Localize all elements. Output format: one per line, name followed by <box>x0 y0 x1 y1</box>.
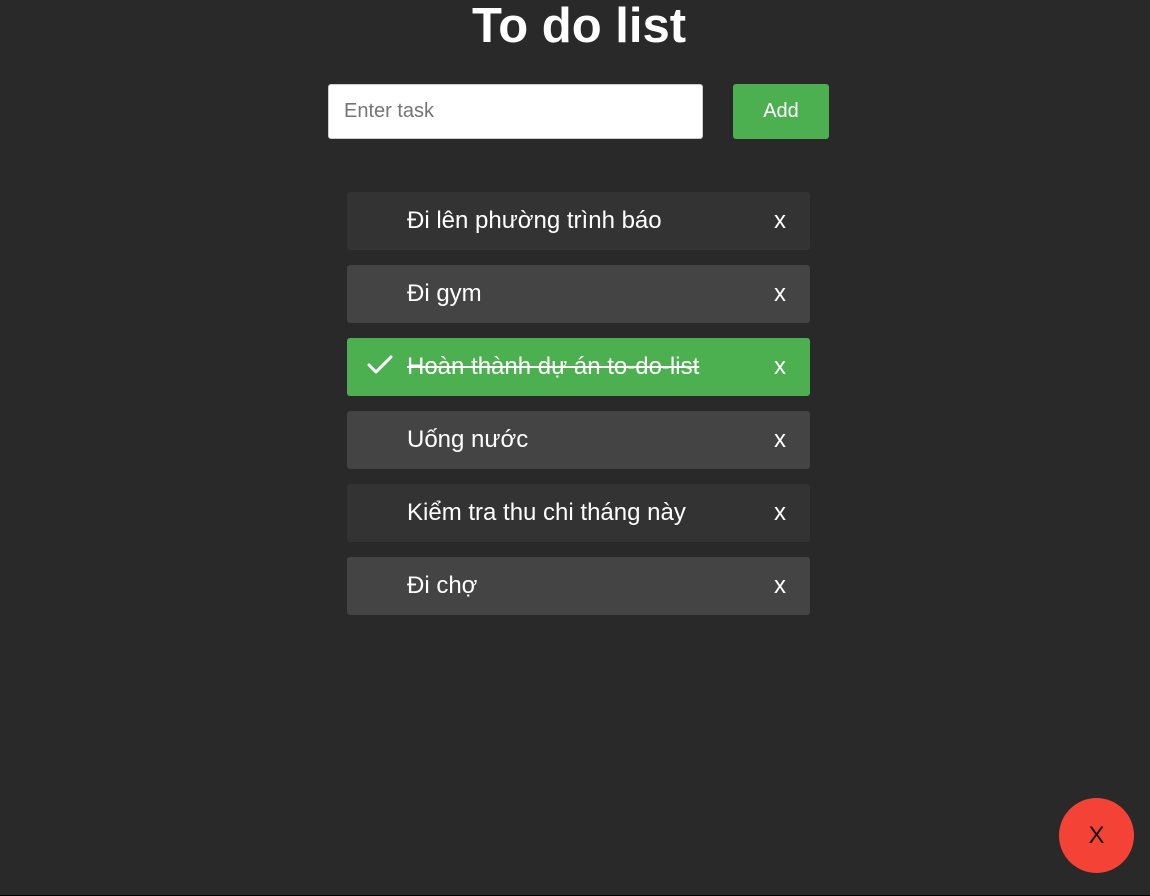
todo-item-done[interactable]: Hoàn thành dự án to-do-list x <box>347 338 810 396</box>
check-icon <box>367 355 393 374</box>
todo-item[interactable]: Kiểm tra thu chi tháng này x <box>347 484 810 542</box>
page-title: To do list <box>471 0 687 53</box>
remove-button[interactable]: x <box>774 338 786 396</box>
todo-item[interactable]: Đi gym x <box>347 265 810 323</box>
todo-text: Uống nước <box>407 426 529 453</box>
task-input[interactable] <box>328 84 703 139</box>
todo-item[interactable]: Đi lên phường trình báo x <box>347 192 810 250</box>
todo-text: Đi gym <box>407 280 482 307</box>
todo-item[interactable]: Uống nước x <box>347 411 810 469</box>
todo-text: Kiểm tra thu chi tháng này <box>407 499 686 526</box>
todo-text: Đi chợ <box>407 572 478 599</box>
todo-item[interactable]: Đi chợ x <box>347 557 810 615</box>
remove-button[interactable]: x <box>774 192 786 250</box>
add-button[interactable]: Add <box>733 84 829 139</box>
todo-text: Hoàn thành dự án to-do-list <box>407 353 700 380</box>
todo-list: Đi lên phường trình báo x Đi gym x Hoàn … <box>347 192 810 630</box>
todo-text: Đi lên phường trình báo <box>407 207 662 234</box>
remove-button[interactable]: x <box>774 484 786 542</box>
close-button[interactable]: X <box>1059 798 1134 873</box>
remove-button[interactable]: x <box>774 557 786 615</box>
remove-button[interactable]: x <box>774 411 786 469</box>
todo-app: To do list Add Đi lên phường trình báo x… <box>0 0 1150 896</box>
remove-button[interactable]: x <box>774 265 786 323</box>
